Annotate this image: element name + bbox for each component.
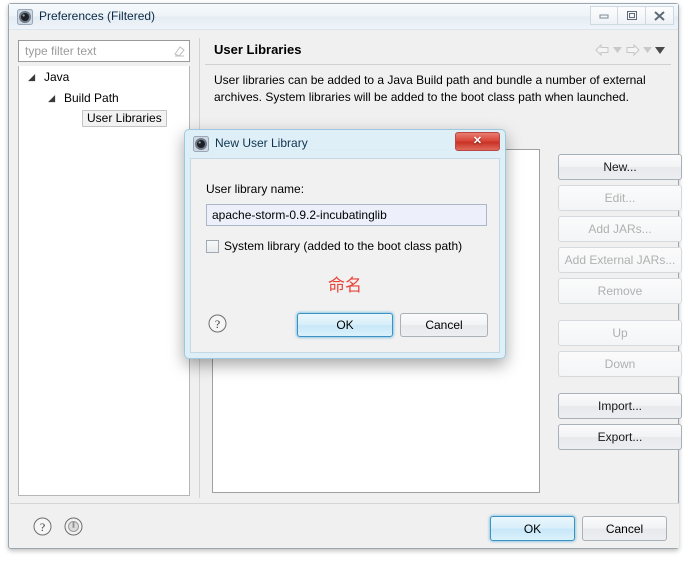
page-title: User Libraries: [214, 42, 302, 57]
eraser-icon[interactable]: [172, 44, 186, 58]
tree-item-label: Java: [44, 69, 70, 84]
view-menu-chevron-down-icon[interactable]: [655, 46, 665, 54]
chevron-down-icon[interactable]: [49, 92, 61, 104]
system-library-checkbox-row[interactable]: System library (added to the boot class …: [206, 239, 462, 253]
tree-item-java[interactable]: Java: [19, 66, 189, 87]
tree-item-build-path[interactable]: Build Path: [19, 87, 189, 108]
dialog-ok-button[interactable]: OK: [297, 313, 393, 337]
bottom-button-bar: [10, 504, 679, 548]
dialog-close-button[interactable]: ✕: [455, 132, 500, 151]
tree-item-label: User Libraries: [82, 110, 167, 127]
preferences-tree[interactable]: Java Build Path User Libraries: [18, 66, 190, 496]
chevron-down-icon[interactable]: [643, 47, 652, 53]
down-button[interactable]: Down: [558, 351, 682, 377]
window-titlebar: Preferences (Filtered): [9, 4, 678, 30]
apply-circle-icon[interactable]: [64, 517, 83, 539]
new-button[interactable]: New...: [558, 154, 682, 180]
close-icon: ✕: [472, 135, 483, 147]
system-library-checkbox[interactable]: [206, 239, 219, 253]
minimize-button[interactable]: [590, 6, 618, 25]
export-button[interactable]: Export...: [558, 424, 682, 450]
add-external-jars-button[interactable]: Add External JARs...: [558, 247, 682, 273]
filter-input-wrap[interactable]: type filter text: [18, 40, 190, 62]
up-button[interactable]: Up: [558, 320, 682, 346]
eclipse-icon: [193, 136, 209, 152]
maximize-button[interactable]: [618, 6, 646, 25]
side-button-column: New... Edit... Add JARs... Add External …: [558, 154, 682, 455]
dialog-body: User library name: apache-storm-0.9.2-in…: [190, 158, 500, 353]
user-library-name-label: User library name:: [206, 182, 305, 196]
cancel-button[interactable]: Cancel: [582, 516, 667, 541]
tree-item-label: Build Path: [64, 90, 119, 105]
chevron-down-icon[interactable]: [613, 47, 622, 53]
dialog-title: New User Library: [215, 136, 308, 150]
new-user-library-dialog: New User Library ✕ User library name: ap…: [184, 129, 506, 359]
svg-text:?: ?: [215, 317, 220, 331]
search-input[interactable]: type filter text: [25, 44, 96, 58]
window-title: Preferences (Filtered): [39, 9, 156, 23]
system-library-label: System library (added to the boot class …: [224, 239, 463, 253]
navigation-icons: [595, 44, 665, 56]
arrow-left-icon[interactable]: [595, 44, 610, 56]
close-button[interactable]: [646, 6, 674, 25]
annotation-text: 命名: [328, 276, 362, 296]
dialog-titlebar: New User Library ✕: [185, 130, 505, 157]
help-circle-icon[interactable]: ?: [208, 314, 227, 336]
window-controls: [590, 6, 674, 25]
user-library-name-input[interactable]: apache-storm-0.9.2-incubatinglib: [206, 204, 487, 226]
edit-button[interactable]: Edit...: [558, 185, 682, 211]
svg-text:?: ?: [40, 520, 45, 534]
help-circle-icon[interactable]: ?: [33, 517, 52, 539]
eclipse-icon: [17, 9, 33, 25]
arrow-right-icon[interactable]: [625, 44, 640, 56]
remove-button[interactable]: Remove: [558, 278, 682, 304]
tree-item-user-libraries[interactable]: User Libraries: [19, 108, 189, 129]
ok-button[interactable]: OK: [490, 516, 575, 541]
dialog-cancel-button[interactable]: Cancel: [400, 313, 488, 337]
add-jars-button[interactable]: Add JARs...: [558, 216, 682, 242]
chevron-down-icon[interactable]: [29, 71, 41, 83]
content-header: User Libraries: [205, 38, 671, 65]
import-button[interactable]: Import...: [558, 393, 682, 419]
page-description: User libraries can be added to a Java Bu…: [214, 73, 646, 104]
